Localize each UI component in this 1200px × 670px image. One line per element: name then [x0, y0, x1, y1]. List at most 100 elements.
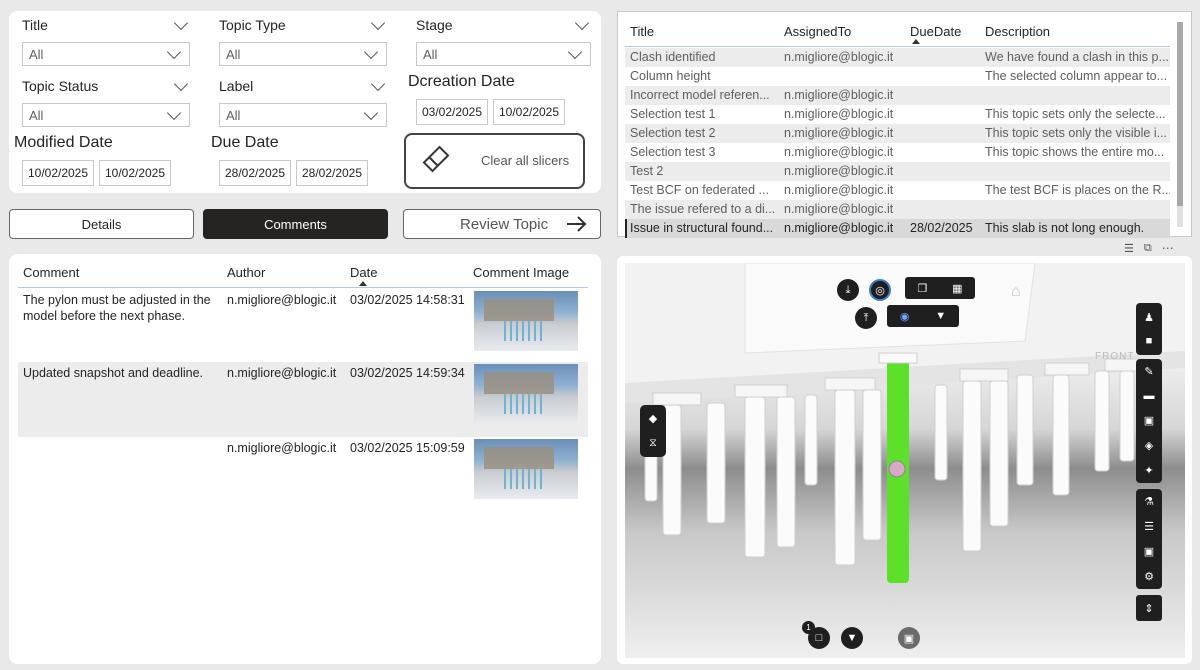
funnel-icon[interactable]: ▼ — [935, 310, 946, 322]
selection-filter-button[interactable]: ◉ ▼ — [887, 305, 959, 327]
home-icon[interactable]: ⌂ — [1011, 283, 1021, 301]
title-slicer[interactable]: Title All — [22, 15, 190, 66]
cell-title: Clash identified — [630, 50, 716, 64]
table-row[interactable]: Updated snapshot and deadline. n.miglior… — [18, 362, 588, 437]
clear-slicers-label: Clear all slicers — [481, 153, 570, 168]
comment-author: n.migliore@blogic.it — [227, 293, 337, 307]
comment-author: n.migliore@blogic.it — [227, 366, 337, 380]
col-comment-image[interactable]: Comment Image — [473, 265, 569, 280]
explode-icon[interactable]: ✦ — [1137, 459, 1161, 483]
col-title[interactable]: Title — [630, 24, 654, 39]
table-row[interactable]: Selection test 2 n.migliore@blogic.it This… — [625, 124, 1170, 143]
comment-image[interactable] — [474, 364, 578, 424]
sort-asc-icon — [912, 39, 920, 44]
table-row[interactable]: Clash identified n.migliore@blogic.it We h… — [625, 48, 1170, 67]
filter-icon[interactable]: ☰ — [1124, 242, 1134, 255]
table-row[interactable]: Column height The selected column appear … — [625, 67, 1170, 86]
chevron-down-icon[interactable] — [173, 76, 189, 91]
due-date-label: Due Date — [211, 134, 279, 151]
cell-assigned: n.migliore@blogic.it — [784, 107, 894, 121]
comment-image[interactable] — [474, 439, 578, 499]
walk-icon[interactable]: ♟ — [1137, 305, 1161, 329]
topic-status-slicer[interactable]: Topic Status All — [22, 76, 190, 127]
scrollbar-thumb[interactable] — [1177, 22, 1183, 206]
col-date[interactable]: Date — [350, 265, 377, 280]
signal-icon[interactable]: ⧖ — [649, 431, 657, 455]
stack-icon[interactable]: ◈ — [1137, 434, 1161, 458]
topic-type-slicer[interactable]: Topic Type All — [219, 15, 387, 66]
cell-description: The test BCF is places on the R... — [985, 183, 1170, 197]
target-icon[interactable]: ◎ — [869, 279, 891, 301]
camera-icon[interactable]: ■ — [1137, 329, 1161, 353]
clear-slicers-button[interactable]: Clear all slicers — [404, 133, 585, 189]
slicer-label: Topic Type — [219, 17, 286, 33]
section-box-button[interactable]: ❐ ▦ — [905, 277, 975, 299]
stage-dropdown[interactable]: All — [416, 42, 591, 66]
label-dropdown[interactable]: All — [219, 103, 387, 127]
table-row[interactable]: Test 2 n.migliore@blogic.it — [625, 162, 1170, 181]
tree-icon[interactable]: ⚗ — [1137, 490, 1161, 514]
topic-status-dropdown[interactable]: All — [22, 103, 190, 127]
download-icon[interactable]: ⤓ — [837, 279, 859, 301]
table-row[interactable]: The issue refered to a di... n.migliore@b… — [625, 200, 1170, 219]
due-date-to[interactable]: 28/02/2025 — [296, 160, 368, 186]
save-icon[interactable]: ▣ — [1137, 540, 1161, 564]
settings-icon[interactable]: ⚙ — [1137, 565, 1161, 589]
expand-toolbar-button[interactable]: ⇕ — [1136, 595, 1162, 621]
table-row[interactable]: Test BCF on federated ... n.migliore@blog… — [625, 181, 1170, 200]
more-options-icon[interactable]: ⋯ — [1162, 241, 1174, 255]
topics-table: Title AssignedTo DueDate Description Cla… — [617, 11, 1192, 238]
measure-icon[interactable]: ✎ — [1137, 359, 1161, 383]
col-author[interactable]: Author — [227, 265, 265, 280]
eraser-icon — [422, 145, 450, 173]
chevron-down-icon[interactable] — [574, 15, 590, 30]
layers-icon[interactable]: ◆ — [649, 407, 657, 431]
chevron-down-icon[interactable] — [370, 76, 386, 91]
col-comment[interactable]: Comment — [23, 265, 79, 280]
stage-slicer[interactable]: Stage All — [416, 15, 591, 66]
table-row[interactable]: n.migliore@blogic.it 03/02/2025 15:09:59 — [18, 437, 588, 502]
creation-date-from[interactable]: 03/02/2025 — [416, 99, 488, 125]
right-toolbar-bottom: ⚗ ☰ ▣ ⚙ — [1136, 489, 1162, 589]
table-row[interactable]: Incorrect model referen... n.migliore@blo… — [625, 86, 1170, 105]
table-row-selected[interactable]: Issue in structural found... n.migliore@b… — [625, 219, 1170, 238]
table-row[interactable]: Selection test 1 n.migliore@blogic.it This… — [625, 105, 1170, 124]
col-assigned-to[interactable]: AssignedTo — [784, 24, 851, 39]
review-topic-button[interactable]: Review Topic — [403, 209, 601, 239]
section-icon[interactable]: ▬ — [1137, 384, 1161, 408]
clear-filter-icon[interactable]: ▼ — [841, 627, 863, 649]
chevron-down-icon[interactable] — [173, 15, 189, 30]
focus-mode-icon[interactable]: ⧉ — [1144, 242, 1152, 255]
upload-icon[interactable]: ⤒ — [855, 307, 877, 329]
chevron-down-icon — [363, 44, 379, 59]
comment-date: 03/02/2025 14:58:31 — [350, 293, 465, 307]
dropdown-value: All — [226, 46, 241, 62]
modified-date-from[interactable]: 10/02/2025 — [22, 160, 94, 186]
model-viewer[interactable]: FRONT ⌂ ⤓ ◎ ❐▦ ⤒ ◉▼ ◆ ⧖ ♟ ■ ✎ ▬ ▣ ◈ ✦ — [617, 256, 1192, 664]
cell-title: The issue refered to a di... — [630, 202, 776, 216]
modified-date-to[interactable]: 10/02/2025 — [99, 160, 171, 186]
col-due-date[interactable]: DueDate — [910, 24, 961, 39]
table-row[interactable]: The pylon must be adjusted in the model … — [18, 289, 588, 362]
due-date-from[interactable]: 28/02/2025 — [219, 160, 291, 186]
comment-image[interactable] — [474, 291, 578, 351]
properties-icon[interactable]: ☰ — [1137, 515, 1161, 539]
comments-button[interactable]: Comments — [203, 209, 388, 239]
col-description[interactable]: Description — [985, 24, 1050, 39]
table-row[interactable]: Selection test 3 n.migliore@blogic.it This… — [625, 143, 1170, 162]
save-view-icon[interactable]: ▣ — [898, 627, 920, 649]
details-button[interactable]: Details — [9, 209, 194, 239]
copy-icon[interactable]: ❐ — [917, 282, 927, 295]
vertical-scrollbar[interactable] — [1177, 22, 1183, 227]
chevron-down-icon[interactable] — [370, 15, 386, 30]
hatch-icon[interactable]: ▦ — [952, 282, 962, 295]
cube-icon[interactable]: ▣ — [1137, 409, 1161, 433]
topic-type-dropdown[interactable]: All — [219, 42, 387, 66]
select-icon[interactable]: ◉ — [900, 310, 910, 323]
creation-date-to[interactable]: 10/02/2025 — [493, 99, 565, 125]
label-slicer[interactable]: Label All — [219, 76, 387, 127]
title-dropdown[interactable]: All — [22, 42, 190, 66]
cell-assigned: n.migliore@blogic.it — [784, 183, 894, 197]
viewer-canvas[interactable]: FRONT ⌂ ⤓ ◎ ❐▦ ⤒ ◉▼ ◆ ⧖ ♟ ■ ✎ ▬ ▣ ◈ ✦ — [625, 263, 1185, 658]
view-cube[interactable]: FRONT — [1083, 315, 1143, 362]
